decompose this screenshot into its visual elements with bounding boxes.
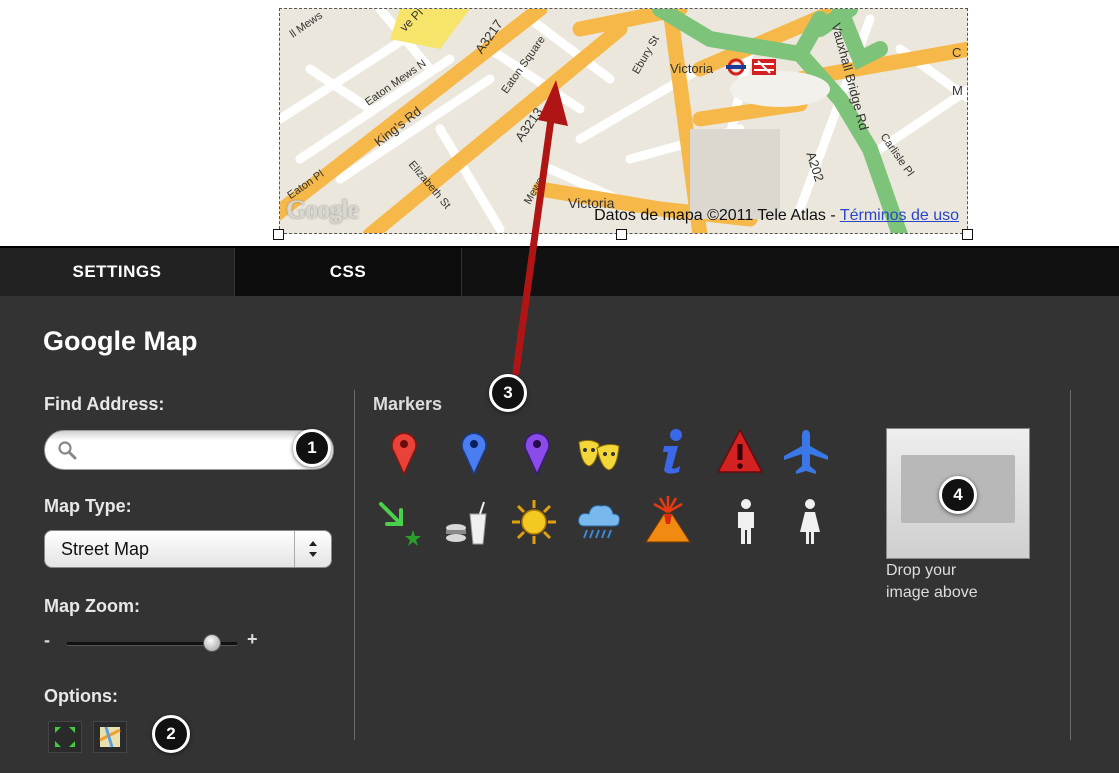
map-attribution: Datos de mapa ©2011 Tele Atlas - Término… [594,207,959,225]
map-label: Victoria [670,61,714,76]
drop-hint-line: image above [886,584,978,601]
resize-handle-bottom-center[interactable] [616,229,627,240]
underground-rail-icon [726,58,776,76]
search-input[interactable] [85,437,319,465]
blue-pin-icon[interactable] [450,426,498,478]
fullscreen-option-button[interactable] [48,721,82,753]
tab-settings[interactable]: SETTINGS [0,248,234,296]
attribution-text: Datos de mapa ©2011 Tele Atlas - [594,207,840,224]
column-divider [1070,390,1071,740]
info-icon[interactable] [648,426,696,478]
map-preview[interactable]: ll Mews Eaton Mews N Eaton Pl King's Rd … [279,8,968,234]
step-badge: 2 [152,715,190,753]
warning-icon[interactable] [716,426,764,478]
map-type-value: Street Map [61,539,150,559]
map-label: M [952,83,963,98]
resize-handle-bottom-left[interactable] [273,229,284,240]
man-icon[interactable] [722,496,770,548]
options-label: Options: [44,686,118,706]
purple-pin-icon[interactable] [513,426,561,478]
arrow-down-right-icon[interactable] [375,498,423,550]
drop-hint-line: Drop your [886,562,957,579]
step-badge: 4 [939,476,977,514]
map-type-label: Map Type: [44,496,132,516]
map-label: C [952,45,962,60]
sun-icon[interactable] [510,496,558,548]
zoom-plus[interactable]: + [247,629,258,650]
airplane-icon[interactable] [782,426,830,478]
panel-title: Google Map [43,326,198,356]
markers-label: Markers [373,394,443,414]
volcano-icon[interactable] [644,494,692,546]
red-pin-icon[interactable] [380,426,428,478]
map-thumbnail-icon [99,726,121,748]
find-address-label: Find Address: [44,394,165,414]
rain-cloud-icon[interactable] [575,496,623,548]
expand-arrows-icon [55,727,75,747]
zoom-slider-handle[interactable] [202,634,221,652]
search-box [44,430,334,470]
drop-image-hint: Drop your image above [886,560,1046,604]
map-type-select[interactable]: Street Map [44,530,332,568]
map-type-option-button[interactable] [93,721,127,753]
terms-link[interactable]: Términos de uso [840,207,959,224]
up-down-arrows-icon [294,531,317,567]
resize-handle-bottom-right[interactable] [962,229,973,240]
step-badge: 3 [489,374,527,412]
search-icon [58,441,77,460]
step-badge: 1 [293,429,331,467]
fast-food-icon[interactable] [442,498,490,550]
zoom-minus[interactable]: - [44,630,50,651]
google-logo: Google [286,195,359,224]
tab-bar: SETTINGS CSS [0,246,1119,296]
tab-css[interactable]: CSS [234,248,462,296]
map-zoom-label: Map Zoom: [44,596,140,616]
woman-icon[interactable] [786,496,834,548]
column-divider [354,390,355,740]
theater-masks-icon[interactable] [575,430,623,482]
